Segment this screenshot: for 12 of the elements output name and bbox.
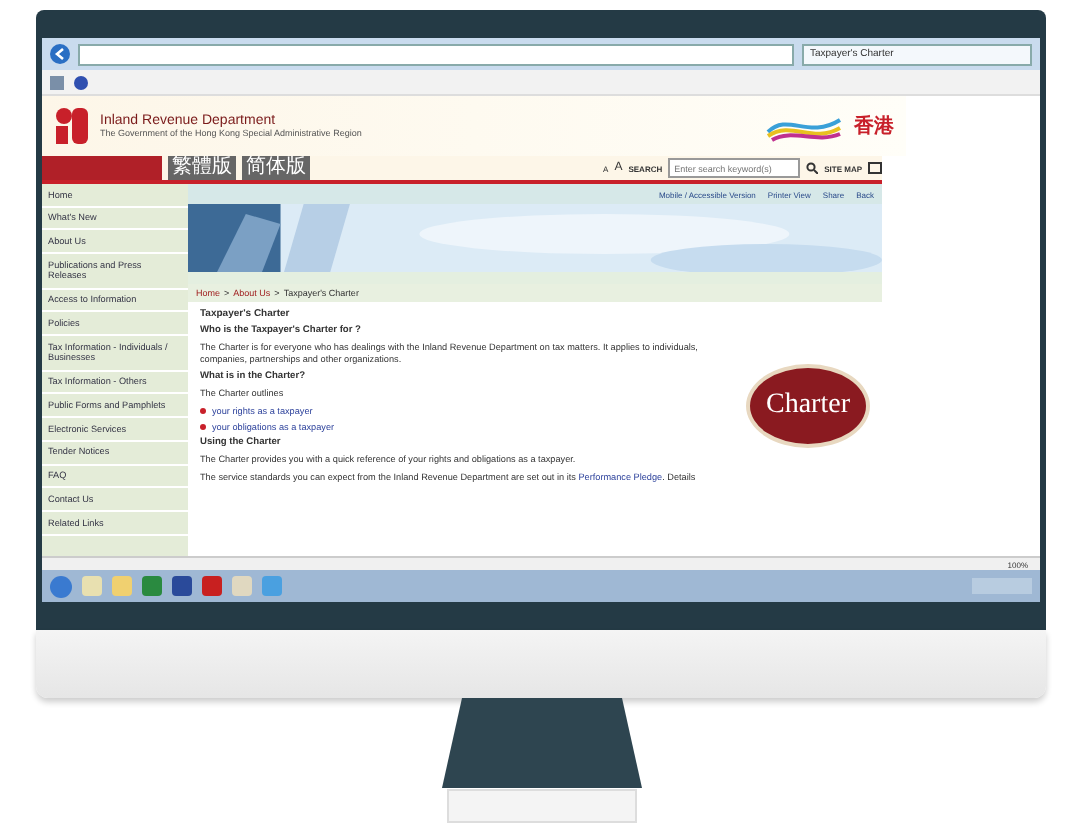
search-icon[interactable] [806,162,819,174]
address-bar[interactable] [78,43,794,65]
language-link[interactable]: 简体版 [242,156,310,180]
charter-emblem: Charter [746,364,870,448]
start-icon[interactable] [50,575,72,597]
logo-icon [54,104,90,148]
toolbar-icon[interactable] [50,75,64,89]
language-link[interactable]: 繁體版 [168,156,236,180]
bullet-icon [200,423,206,430]
bullet-icon [200,407,206,414]
brand-mark: 香港 [854,113,894,140]
back-icon[interactable] [50,44,70,64]
